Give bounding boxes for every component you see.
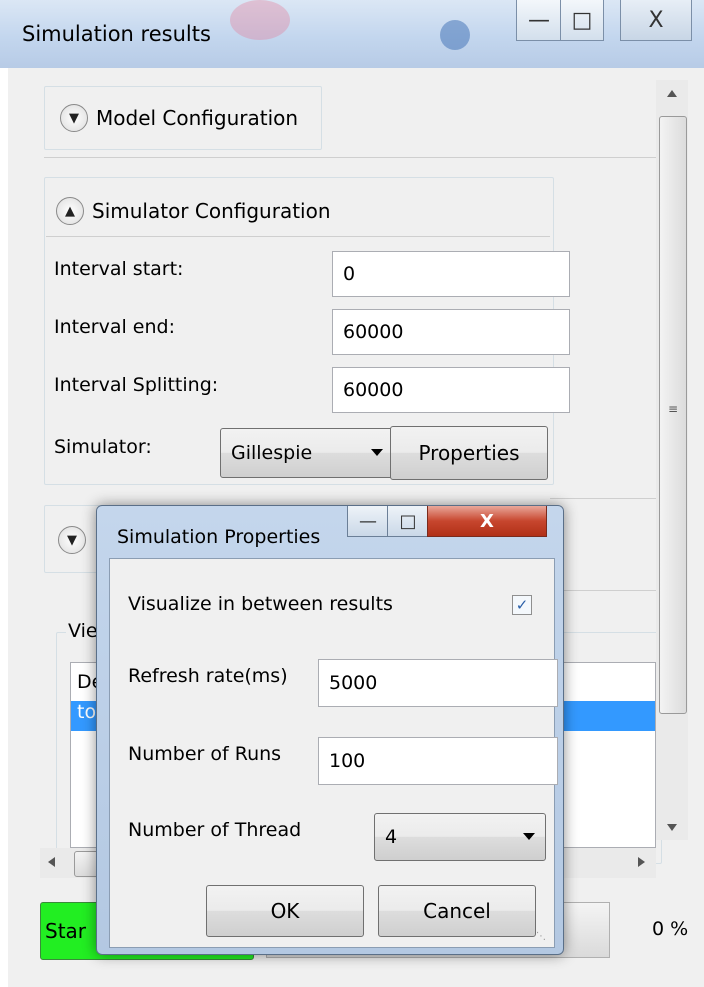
simulator-config-header: Simulator Configuration	[92, 199, 331, 223]
cancel-button[interactable]: Cancel	[378, 885, 536, 937]
minimize-icon: —	[528, 7, 550, 33]
simulator-select-value: Gillespie	[231, 442, 313, 464]
view-group-label: Vie	[66, 620, 100, 642]
model-config-expander[interactable]: ▼ Model Configuration	[60, 104, 298, 132]
background-artifact	[230, 0, 290, 40]
simulation-properties-dialog: Simulation Properties — □ X Visualize in…	[96, 505, 564, 955]
scroll-down-icon[interactable]	[667, 824, 677, 831]
dialog-title: Simulation Properties	[117, 526, 321, 548]
scroll-right-icon[interactable]	[638, 857, 645, 867]
background-artifact	[440, 20, 470, 50]
dialog-maximize-button[interactable]: □	[387, 506, 429, 537]
scrollbar-thumb[interactable]: ≡	[659, 116, 687, 714]
interval-end-label: Interval end:	[54, 316, 175, 338]
ok-button[interactable]: OK	[206, 885, 364, 937]
close-button[interactable]: X	[620, 0, 692, 41]
maximize-button[interactable]: □	[560, 0, 604, 41]
num-thread-select[interactable]: 4	[374, 813, 546, 861]
minimize-button[interactable]: —	[516, 0, 562, 41]
interval-splitting-label: Interval Splitting:	[54, 374, 219, 396]
dropdown-arrow-icon	[523, 833, 535, 840]
third-section-expander[interactable]: ▼	[58, 526, 94, 554]
simulator-label: Simulator:	[54, 436, 152, 458]
maximize-icon: □	[571, 7, 593, 33]
dialog-client-area: Visualize in between results ✓ Refresh r…	[109, 558, 558, 948]
close-icon: X	[480, 510, 494, 532]
resize-grip-icon[interactable]: ⋱	[536, 931, 546, 942]
progress-value: 0 %	[652, 918, 689, 940]
chevron-down-icon: ▼	[60, 104, 88, 132]
chevron-down-icon: ▼	[58, 526, 86, 554]
num-thread-label: Number of Thread	[128, 819, 302, 841]
header-divider	[46, 236, 550, 237]
window-title: Simulation results	[22, 22, 211, 46]
grip-icon: ≡	[668, 402, 679, 416]
section-divider	[550, 498, 656, 499]
vertical-scrollbar[interactable]: ≡	[656, 80, 688, 840]
model-config-header: Model Configuration	[96, 106, 299, 130]
scroll-up-icon[interactable]	[667, 90, 677, 97]
chevron-up-icon: ▲	[56, 197, 84, 225]
dialog-close-button[interactable]: X	[427, 506, 547, 537]
dialog-minimize-button[interactable]: —	[347, 506, 389, 537]
num-runs-input[interactable]: 100	[318, 737, 558, 785]
visualize-checkbox[interactable]: ✓	[512, 595, 532, 615]
section-divider	[550, 590, 656, 591]
simulator-config-expander[interactable]: ▲ Simulator Configuration	[56, 197, 331, 225]
interval-start-input[interactable]: 0	[332, 251, 570, 297]
section-divider	[44, 157, 656, 158]
visualize-label: Visualize in between results	[128, 593, 393, 615]
window-title-bar[interactable]: Simulation results — □ X	[0, 0, 704, 68]
interval-start-label: Interval start:	[54, 258, 184, 280]
scroll-left-icon[interactable]	[48, 857, 55, 867]
simulator-select[interactable]: Gillespie	[220, 428, 394, 478]
properties-button[interactable]: Properties	[390, 426, 548, 480]
maximize-icon: □	[399, 510, 417, 532]
dropdown-arrow-icon	[371, 449, 383, 456]
interval-end-input[interactable]: 60000	[332, 309, 570, 355]
num-thread-value: 4	[385, 826, 398, 848]
refresh-rate-input[interactable]: 5000	[318, 659, 558, 707]
checkmark-icon: ✓	[515, 596, 529, 614]
interval-splitting-input[interactable]: 60000	[332, 367, 570, 413]
refresh-rate-label: Refresh rate(ms)	[128, 665, 288, 687]
close-icon: X	[648, 7, 664, 33]
minimize-icon: —	[359, 510, 377, 532]
num-runs-label: Number of Runs	[128, 743, 282, 765]
